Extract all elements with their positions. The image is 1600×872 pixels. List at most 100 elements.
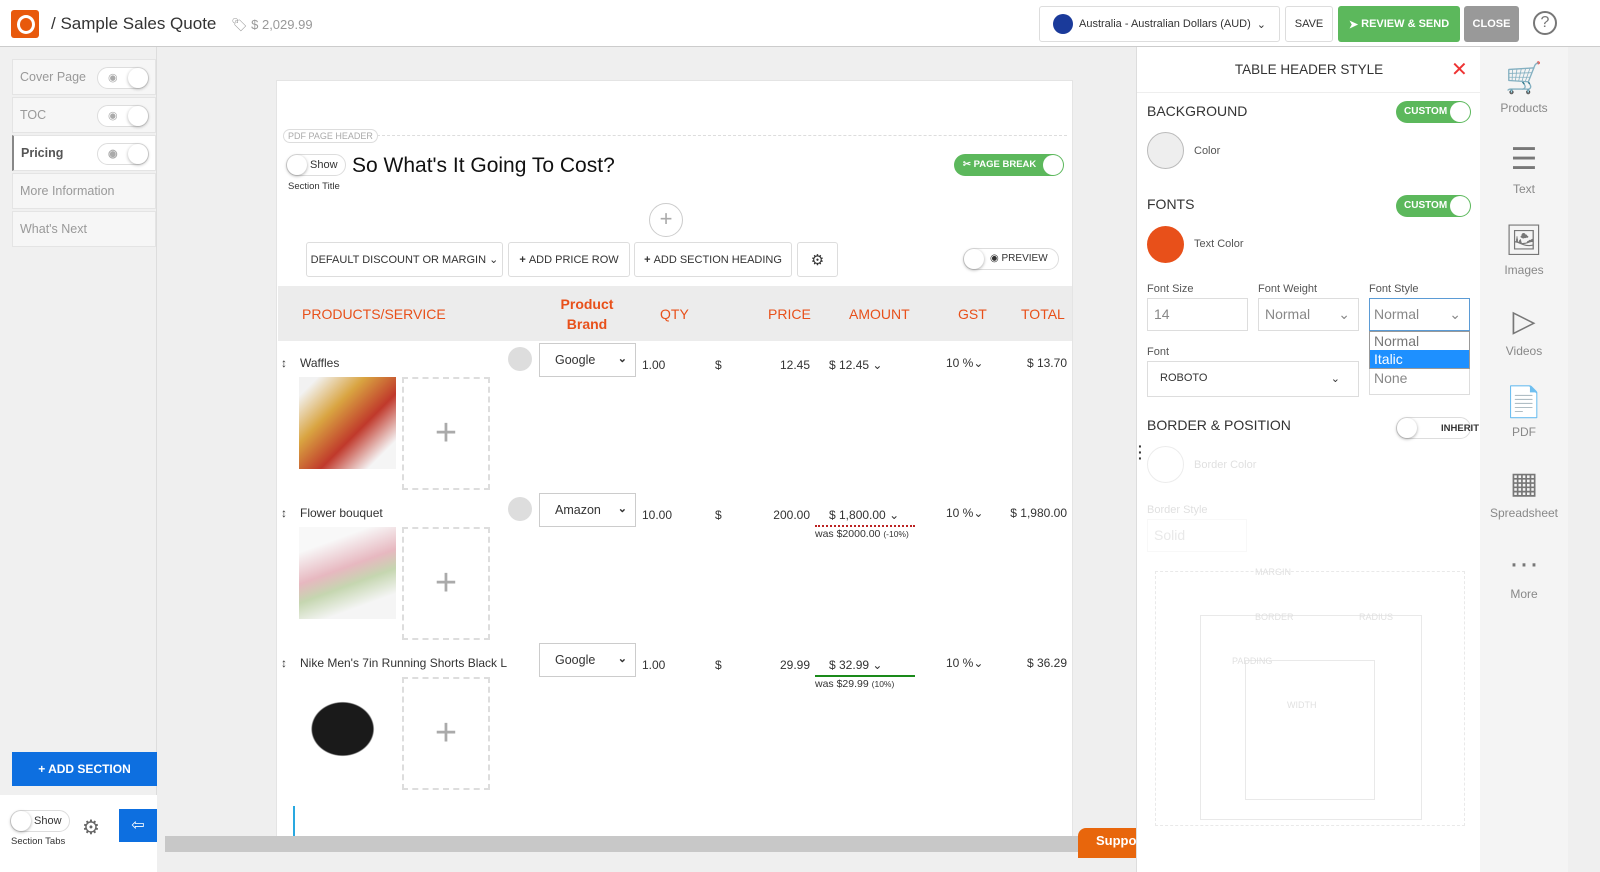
drag-handle-icon[interactable]: · · · <box>1138 439 1143 465</box>
close-panel-icon[interactable]: ✕ <box>1451 57 1468 82</box>
review-send-button[interactable]: ➤ REVIEW & SEND <box>1338 6 1460 42</box>
font-select[interactable]: ROBOTO ⌄ <box>1147 361 1359 397</box>
insert-videos[interactable]: ▷ Videos <box>1480 304 1568 358</box>
preview-label: PREVIEW <box>1001 253 1048 264</box>
add-section-button[interactable]: + ADD SECTION <box>12 752 157 786</box>
amount-dropdown[interactable]: $ 1,800.00 ⌄ <box>829 508 899 522</box>
close-button[interactable]: CLOSE <box>1464 6 1519 42</box>
save-button[interactable]: SAVE <box>1285 6 1333 42</box>
visibility-toggle[interactable]: ◉ <box>97 143 149 165</box>
add-price-row-button[interactable]: + ADD PRICE ROW <box>508 242 630 277</box>
option-italic[interactable]: Italic <box>1370 350 1469 368</box>
app-logo[interactable] <box>11 10 39 38</box>
gear-icon[interactable]: ⚙ <box>82 815 100 840</box>
sidebar-item-pricing[interactable]: Pricing ◉ <box>12 135 156 171</box>
add-content-button[interactable]: + <box>649 203 683 237</box>
add-image-button[interactable]: + <box>402 377 490 490</box>
fonts-heading: FONTS <box>1147 196 1195 212</box>
price-value[interactable]: 12.45 <box>737 358 810 372</box>
chevron-down-icon: ⌄ <box>872 358 883 372</box>
add-section-heading-button[interactable]: + ADD SECTION HEADING <box>634 242 792 277</box>
insert-products[interactable]: 🛒 Products <box>1480 61 1568 115</box>
section-title[interactable]: So What's It Going To Cost? <box>352 154 615 178</box>
table-settings-button[interactable]: ⚙ <box>797 242 838 277</box>
border-style-select: Solid <box>1147 519 1247 552</box>
product-image[interactable] <box>299 527 396 619</box>
brand-select[interactable]: Amazon ⌄ <box>539 493 636 527</box>
drag-handle-icon[interactable]: ↕ <box>281 656 287 670</box>
sidebar-item-whats-next[interactable]: What's Next <box>12 211 156 247</box>
qty-value[interactable]: 10.00 <box>642 508 672 522</box>
sidebar-item-toc[interactable]: TOC ◉ <box>12 97 156 133</box>
col-products: PRODUCTS/SERVICE <box>302 306 446 322</box>
add-image-button[interactable]: + <box>402 527 490 640</box>
font-style-select[interactable]: Normal ⌄ <box>1369 298 1470 331</box>
product-image[interactable] <box>299 377 396 469</box>
eye-icon: ◉ <box>108 148 118 160</box>
color-label: Color <box>1194 145 1221 157</box>
sidebar-item-cover-page[interactable]: Cover Page ◉ <box>12 59 156 95</box>
insert-images[interactable]: 🖼 Images <box>1480 223 1568 277</box>
product-name[interactable]: Flower bouquet <box>300 506 383 520</box>
border-inherit-toggle[interactable]: INHERIT <box>1396 417 1479 439</box>
col-price: PRICE <box>768 306 811 322</box>
tag-icon: 🏷 <box>231 17 252 32</box>
col-gst: GST <box>958 306 987 322</box>
padding-box <box>1245 660 1375 800</box>
col-brand: Product Brand <box>560 296 614 332</box>
amount-dropdown[interactable]: $ 32.99 ⌄ <box>829 658 882 672</box>
insert-label: Products <box>1500 101 1548 115</box>
was-price-note: was $2000.00 (-10%) <box>815 528 909 540</box>
preview-toggle[interactable]: ◉ PREVIEW <box>963 248 1059 270</box>
drag-handle-icon[interactable]: ↕ <box>281 356 287 370</box>
discount-label: DEFAULT DISCOUNT OR MARGIN <box>310 253 487 266</box>
pdf-page-header-tag[interactable]: PDF PAGE HEADER <box>283 129 378 143</box>
font-size-label: Font Size <box>1147 283 1194 295</box>
text-color-swatch[interactable] <box>1147 226 1184 263</box>
brand-select[interactable]: Google ⌄ <box>539 343 636 377</box>
amount-dropdown[interactable]: $ 12.45 ⌄ <box>829 358 882 372</box>
font-size-input[interactable]: 14 <box>1147 298 1248 331</box>
text-decoration-select[interactable]: None <box>1369 367 1470 395</box>
product-name[interactable]: Nike Men's 7in Running Shorts Black L <box>300 656 507 670</box>
price-value[interactable]: 29.99 <box>737 658 810 672</box>
visibility-toggle[interactable]: ◉ <box>97 67 149 89</box>
border-color-swatch <box>1147 446 1184 483</box>
font-weight-value: Normal <box>1265 306 1311 322</box>
section-title-toggle[interactable]: Show <box>286 154 346 176</box>
fonts-custom-toggle[interactable]: CUSTOM <box>1396 195 1471 217</box>
qty-value[interactable]: 1.00 <box>642 658 665 672</box>
currency-select[interactable]: Australia - Australian Dollars (AUD) ⌄ <box>1039 6 1280 42</box>
qty-value[interactable]: 1.00 <box>642 358 665 372</box>
help-icon[interactable]: ? <box>1533 11 1557 35</box>
quote-title: / Sample Sales Quote <box>51 14 217 33</box>
gst-value: 10 % <box>946 656 974 670</box>
section-tabs-toggle[interactable]: Show <box>10 810 70 832</box>
support-button[interactable]: Suppo <box>1078 828 1138 858</box>
insert-more[interactable]: ··· More <box>1480 547 1568 601</box>
page-break-toggle[interactable]: ✂ PAGE BREAK <box>954 154 1064 176</box>
add-image-button[interactable]: + <box>402 677 490 790</box>
price-value[interactable]: 200.00 <box>737 508 810 522</box>
comment-icon[interactable] <box>508 497 532 521</box>
section-tabs-label: Section Tabs <box>11 836 66 847</box>
visibility-toggle[interactable]: ◉ <box>97 105 149 127</box>
insert-spreadsheet[interactable]: ▦ Spreadsheet <box>1480 466 1568 520</box>
insert-pdf[interactable]: 📄 PDF <box>1480 385 1568 439</box>
background-custom-toggle[interactable]: CUSTOM <box>1396 101 1471 123</box>
brand-select[interactable]: Google ⌄ <box>539 643 636 677</box>
product-name[interactable]: Waffles <box>300 356 339 370</box>
font-value: ROBOTO <box>1160 372 1208 384</box>
sidebar-item-more-information[interactable]: More Information <box>12 173 156 209</box>
product-image[interactable] <box>299 683 396 775</box>
background-color-swatch[interactable] <box>1147 132 1184 169</box>
horizontal-scrollbar[interactable] <box>165 836 1078 852</box>
collapse-sidebar-button[interactable]: ⇦ <box>119 809 157 842</box>
drag-handle-icon[interactable]: ↕ <box>281 506 287 520</box>
font-weight-select[interactable]: Normal ⌄ <box>1258 298 1359 331</box>
add-section-heading-label: ADD SECTION HEADING <box>653 253 782 266</box>
default-discount-button[interactable]: DEFAULT DISCOUNT OR MARGIN ⌄ <box>306 242 503 277</box>
insert-text[interactable]: ☰ Text <box>1480 142 1568 196</box>
comment-icon[interactable] <box>508 347 532 371</box>
option-normal[interactable]: Normal <box>1370 332 1469 350</box>
